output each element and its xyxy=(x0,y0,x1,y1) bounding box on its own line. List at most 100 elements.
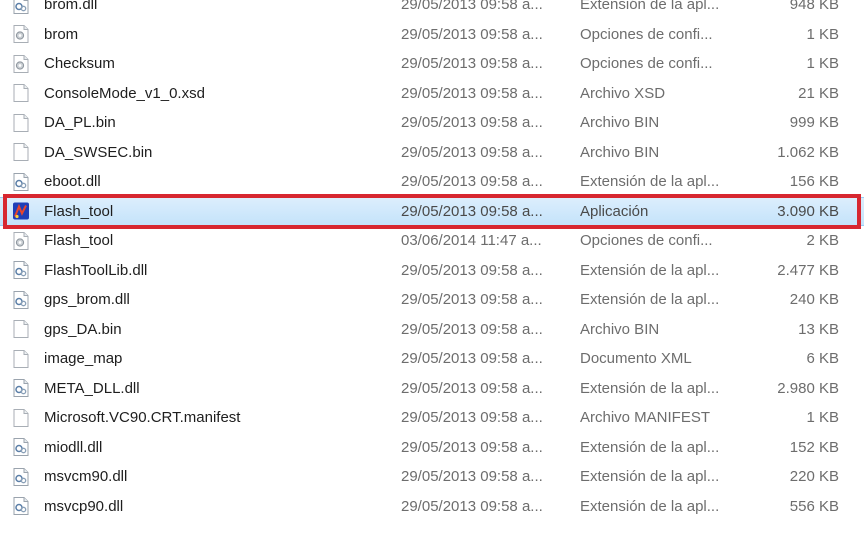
file-date-modified: 29/05/2013 09:58 a... xyxy=(401,114,543,132)
file-size: 13 KB xyxy=(798,320,839,338)
file-row[interactable]: Microsoft.VC90.CRT.manifest 29/05/2013 09… xyxy=(0,403,864,433)
file-row[interactable]: msvcp90.dll 29/05/2013 09:58 a... Extensió… xyxy=(0,492,864,522)
file-name: brom xyxy=(44,25,79,43)
file-name: META_DLL.dll xyxy=(44,379,140,397)
file-date-modified: 29/05/2013 09:58 a... xyxy=(401,468,543,486)
file-size: 1 KB xyxy=(806,25,839,43)
file-row[interactable]: DA_SWSEC.bin 29/05/2013 09:58 a... Archivo… xyxy=(0,138,864,168)
file-size: 6 KB xyxy=(806,350,839,368)
file-row[interactable]: brom.dll 29/05/2013 09:58 a... Extensión d… xyxy=(0,0,864,20)
file-type: Extensión de la apl... xyxy=(580,0,720,14)
file-size: 556 KB xyxy=(789,497,839,515)
dll-icon xyxy=(12,172,30,191)
file-date-modified: 29/05/2013 09:58 a... xyxy=(401,438,543,456)
file-size: 220 KB xyxy=(789,468,839,486)
file-row[interactable]: msvcm90.dll 29/05/2013 09:58 a... Extensió… xyxy=(0,462,864,492)
config-file-icon xyxy=(12,54,30,73)
file-name: eboot.dll xyxy=(44,173,101,191)
dll-icon xyxy=(12,290,30,309)
file-size: 2.477 KB xyxy=(777,261,839,279)
file-name: image_map xyxy=(44,350,123,368)
file-type: Extensión de la apl... xyxy=(580,261,720,279)
file-row[interactable]: Flash_tool 29/05/2013 09:58 a... Aplicació… xyxy=(0,193,864,229)
file-row[interactable]: Checksum 29/05/2013 09:58 a... Opciones de… xyxy=(0,49,864,79)
file-size: 156 KB xyxy=(789,173,839,191)
file-date-modified: 29/05/2013 09:58 a... xyxy=(401,409,543,427)
blank-file-icon xyxy=(12,320,30,339)
file-name: miodll.dll xyxy=(44,438,103,456)
file-size: 21 KB xyxy=(798,84,839,102)
file-type: Extensión de la apl... xyxy=(580,438,720,456)
dll-icon xyxy=(12,467,30,486)
file-row[interactable]: eboot.dll 29/05/2013 09:58 a... Extensión … xyxy=(0,167,864,197)
file-name: Checksum xyxy=(44,55,115,73)
file-type: Extensión de la apl... xyxy=(580,468,720,486)
file-date-modified: 29/05/2013 09:58 a... xyxy=(401,350,543,368)
blank-file-icon xyxy=(12,113,30,132)
blank-file-icon xyxy=(12,408,30,427)
file-date-modified: 29/05/2013 09:58 a... xyxy=(401,320,543,338)
file-date-modified: 29/05/2013 09:58 a... xyxy=(401,55,543,73)
file-name: gps_DA.bin xyxy=(44,320,122,338)
file-type: Extensión de la apl... xyxy=(580,497,720,515)
file-type: Archivo BIN xyxy=(580,320,660,338)
file-date-modified: 29/05/2013 09:58 a... xyxy=(401,379,543,397)
file-row[interactable]: FlashToolLib.dll 29/05/2013 09:58 a... Ext… xyxy=(0,256,864,286)
file-size: 948 KB xyxy=(789,0,839,14)
file-type: Opciones de confi... xyxy=(580,55,713,73)
file-type: Extensión de la apl... xyxy=(580,379,720,397)
file-row[interactable]: Flash_tool 03/06/2014 11:47 a... Opciones … xyxy=(0,226,864,256)
file-date-modified: 29/05/2013 09:58 a... xyxy=(401,202,543,220)
file-date-modified: 29/05/2013 09:58 a... xyxy=(401,291,543,309)
file-row[interactable]: gps_brom.dll 29/05/2013 09:58 a... Extensi… xyxy=(0,285,864,315)
file-type: Documento XML xyxy=(580,350,692,368)
file-rows: brom.dll 29/05/2013 09:58 a... Extensión d… xyxy=(0,0,864,521)
file-type: Opciones de confi... xyxy=(580,25,713,43)
file-size: 999 KB xyxy=(789,114,839,132)
file-row[interactable]: gps_DA.bin 29/05/2013 09:58 a... Archivo B… xyxy=(0,315,864,345)
blank-file-icon xyxy=(12,143,30,162)
file-row[interactable]: brom 29/05/2013 09:58 a... Opciones de con… xyxy=(0,20,864,50)
blank-file-icon xyxy=(12,349,30,368)
file-name: msvcm90.dll xyxy=(44,468,128,486)
file-name: msvcp90.dll xyxy=(44,497,124,515)
file-size: 152 KB xyxy=(789,438,839,456)
file-date-modified: 29/05/2013 09:58 a... xyxy=(401,261,543,279)
application-icon xyxy=(12,202,30,221)
file-type: Archivo BIN xyxy=(580,143,660,161)
file-name: DA_SWSEC.bin xyxy=(44,143,153,161)
file-type: Aplicación xyxy=(580,202,649,220)
blank-file-icon xyxy=(12,84,30,103)
file-type: Archivo XSD xyxy=(580,84,666,102)
file-date-modified: 29/05/2013 09:58 a... xyxy=(401,25,543,43)
file-name: DA_PL.bin xyxy=(44,114,116,132)
file-date-modified: 29/05/2013 09:58 a... xyxy=(401,0,543,14)
file-size: 2 KB xyxy=(806,232,839,250)
dll-icon xyxy=(12,438,30,457)
file-name: ConsoleMode_v1_0.xsd xyxy=(44,84,205,102)
file-date-modified: 29/05/2013 09:58 a... xyxy=(401,173,543,191)
dll-icon xyxy=(12,497,30,516)
file-name: gps_brom.dll xyxy=(44,291,130,309)
file-name: Flash_tool xyxy=(44,202,114,220)
file-size: 3.090 KB xyxy=(777,202,839,220)
file-date-modified: 29/05/2013 09:58 a... xyxy=(401,84,543,102)
file-name: brom.dll xyxy=(44,0,98,14)
dll-icon xyxy=(12,0,30,14)
file-date-modified: 29/05/2013 09:58 a... xyxy=(401,497,543,515)
file-name: Flash_tool xyxy=(44,232,114,250)
file-name: Microsoft.VC90.CRT.manifest xyxy=(44,409,241,427)
dll-icon xyxy=(12,379,30,398)
file-date-modified: 03/06/2014 11:47 a... xyxy=(401,232,542,250)
file-date-modified: 29/05/2013 09:58 a... xyxy=(401,143,543,161)
file-row[interactable]: META_DLL.dll 29/05/2013 09:58 a... Extensi… xyxy=(0,374,864,404)
file-row[interactable]: image_map 29/05/2013 09:58 a... Documento … xyxy=(0,344,864,374)
file-row[interactable]: miodll.dll 29/05/2013 09:58 a... Extensión… xyxy=(0,433,864,463)
file-type: Extensión de la apl... xyxy=(580,173,720,191)
file-list: brom.dll 29/05/2013 09:58 a... Extensión d… xyxy=(0,0,864,555)
file-size: 2.980 KB xyxy=(777,379,839,397)
file-row[interactable]: DA_PL.bin 29/05/2013 09:58 a... Archivo BI… xyxy=(0,108,864,138)
config-file-icon xyxy=(12,25,30,44)
file-size: 240 KB xyxy=(789,291,839,309)
file-row[interactable]: ConsoleMode_v1_0.xsd 29/05/2013 09:58 a..… xyxy=(0,79,864,109)
